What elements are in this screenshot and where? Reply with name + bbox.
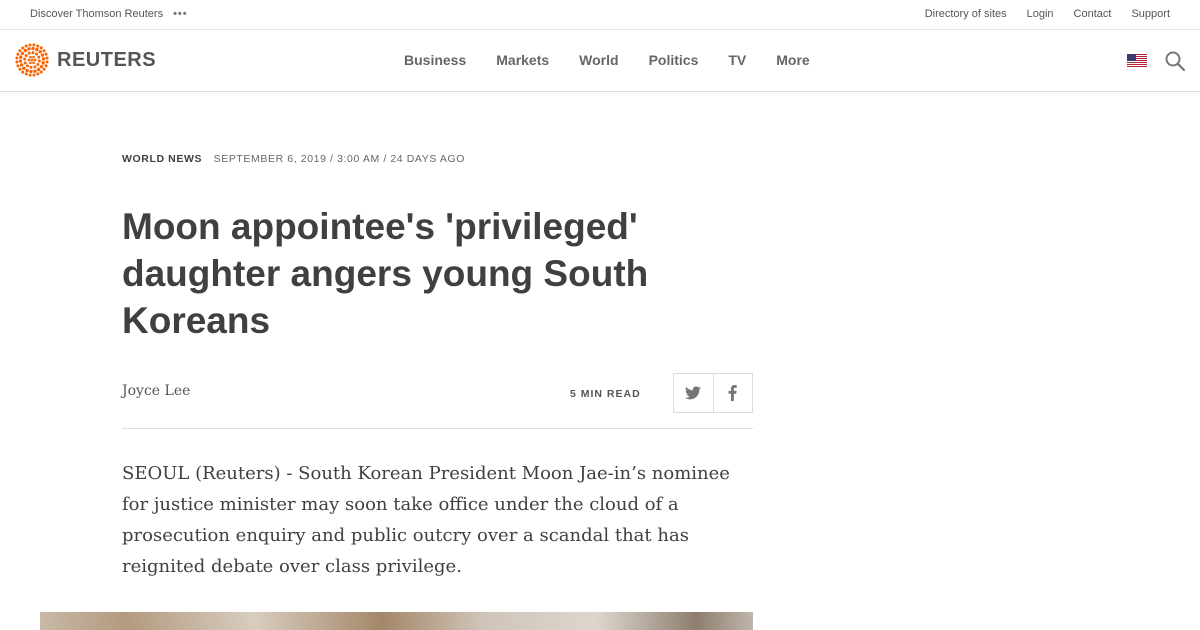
logo-dot — [37, 59, 41, 63]
publish-date: SEPTEMBER 6, 2019 / 3:00 AM / 24 DAYS AG… — [213, 153, 466, 165]
logo-dot — [42, 67, 46, 71]
logo-dot — [15, 56, 19, 60]
logo-dot — [39, 70, 43, 74]
logo-dot — [35, 47, 39, 52]
logo-dot — [24, 44, 28, 48]
discover-menu[interactable]: Discover Thomson Reuters ••• — [30, 8, 188, 20]
logo-dot — [38, 50, 42, 54]
logo-dot — [33, 69, 37, 73]
logo-dot — [44, 64, 48, 68]
logo-dot — [27, 47, 31, 51]
support-link[interactable]: Support — [1131, 8, 1170, 20]
logo-dot — [23, 48, 28, 53]
logo-dot — [41, 57, 46, 61]
logo-dot — [31, 46, 35, 51]
logo-dot — [23, 57, 27, 61]
logo-dot — [21, 46, 25, 50]
facebook-icon — [729, 385, 738, 401]
logo-dot — [39, 64, 44, 69]
logo-dot — [29, 65, 33, 69]
logo-dot — [16, 64, 20, 68]
logo-dot — [24, 72, 28, 76]
twitter-share-button[interactable] — [674, 374, 713, 412]
logo-dot — [29, 61, 32, 65]
logo-dot — [25, 68, 29, 73]
facebook-share-button[interactable] — [712, 374, 752, 412]
twitter-icon — [685, 386, 702, 400]
logo-dot — [41, 61, 45, 65]
logo-dot — [26, 64, 29, 68]
logo-dot — [29, 55, 32, 59]
author-name[interactable]: Joyce Lee — [122, 383, 190, 399]
logo-dot — [32, 61, 35, 65]
nav-markets[interactable]: Markets — [496, 52, 549, 68]
nav-tv[interactable]: TV — [728, 52, 746, 68]
nav-business[interactable]: Business — [404, 52, 466, 68]
contact-link[interactable]: Contact — [1074, 8, 1112, 20]
divider — [122, 428, 753, 429]
logo-dot — [30, 58, 34, 62]
logo-dot — [20, 51, 25, 56]
search-icon[interactable] — [1164, 50, 1186, 72]
more-dots-icon[interactable]: ••• — [173, 9, 188, 20]
logo-dot — [23, 61, 27, 65]
logo-dot — [36, 44, 40, 48]
section-label[interactable]: WORLD NEWS — [122, 153, 202, 165]
main-nav: Business Markets World Politics TV More — [404, 52, 840, 68]
logo-dot — [45, 60, 49, 64]
nav-politics[interactable]: Politics — [649, 52, 699, 68]
login-link[interactable]: Login — [1027, 8, 1054, 20]
logo-dot — [32, 43, 36, 47]
logo-dot — [45, 56, 49, 60]
logo-dot — [33, 65, 37, 69]
logo-dot — [21, 70, 25, 74]
logo-dot — [40, 53, 45, 57]
nav-world[interactable]: World — [579, 52, 618, 68]
logo-dot — [32, 55, 35, 59]
directory-of-sites-link[interactable]: Directory of sites — [925, 8, 1007, 20]
logo-dot — [18, 59, 23, 63]
logo-dot — [39, 46, 43, 50]
utility-links: Directory of sites Login Contact Support — [905, 8, 1170, 20]
logo-dot — [15, 60, 19, 64]
logo-dot — [19, 63, 24, 67]
logo-dot — [37, 55, 41, 59]
nav-more[interactable]: More — [776, 52, 809, 68]
logo-dot — [18, 49, 22, 53]
logo-dot — [29, 69, 33, 74]
logo-dot — [44, 52, 48, 56]
logo-dot — [18, 67, 22, 71]
discover-label[interactable]: Discover Thomson Reuters — [30, 8, 163, 20]
logo-dot — [28, 73, 32, 77]
logo-dot — [36, 63, 40, 66]
logo-dot — [31, 51, 35, 55]
logo-dot — [36, 67, 41, 72]
reuters-logo[interactable]: REUTERS — [15, 43, 156, 77]
article-meta: WORLD NEWS SEPTEMBER 6, 2019 / 3:00 AM /… — [122, 153, 465, 165]
logo-dot — [28, 43, 32, 47]
logo-text[interactable]: REUTERS — [57, 49, 156, 72]
logo-dot — [36, 72, 40, 76]
logo-dot — [24, 54, 28, 57]
utility-bar: Discover Thomson Reuters ••• Directory o… — [0, 0, 1200, 30]
read-time: 5 MIN READ — [570, 388, 641, 400]
logo-dot — [32, 73, 36, 77]
main-header: REUTERS Business Markets World Politics … — [0, 30, 1200, 92]
logo-dot — [22, 66, 26, 70]
article-photo[interactable] — [40, 612, 753, 630]
logo-dot — [42, 49, 46, 53]
article-lead-paragraph: SEOUL (Reuters) - South Korean President… — [122, 463, 730, 577]
logo-dot — [27, 58, 31, 62]
logo-dot — [33, 58, 37, 62]
share-buttons — [673, 373, 753, 413]
reuters-dot-logo-icon — [15, 43, 49, 77]
logo-dot — [35, 52, 38, 56]
logo-dot — [27, 51, 31, 55]
logo-dot — [16, 52, 20, 56]
logo-dot — [19, 55, 23, 59]
article-headline: Moon appointee's 'privileged' daughter a… — [122, 206, 649, 341]
us-flag-icon[interactable] — [1127, 54, 1147, 67]
